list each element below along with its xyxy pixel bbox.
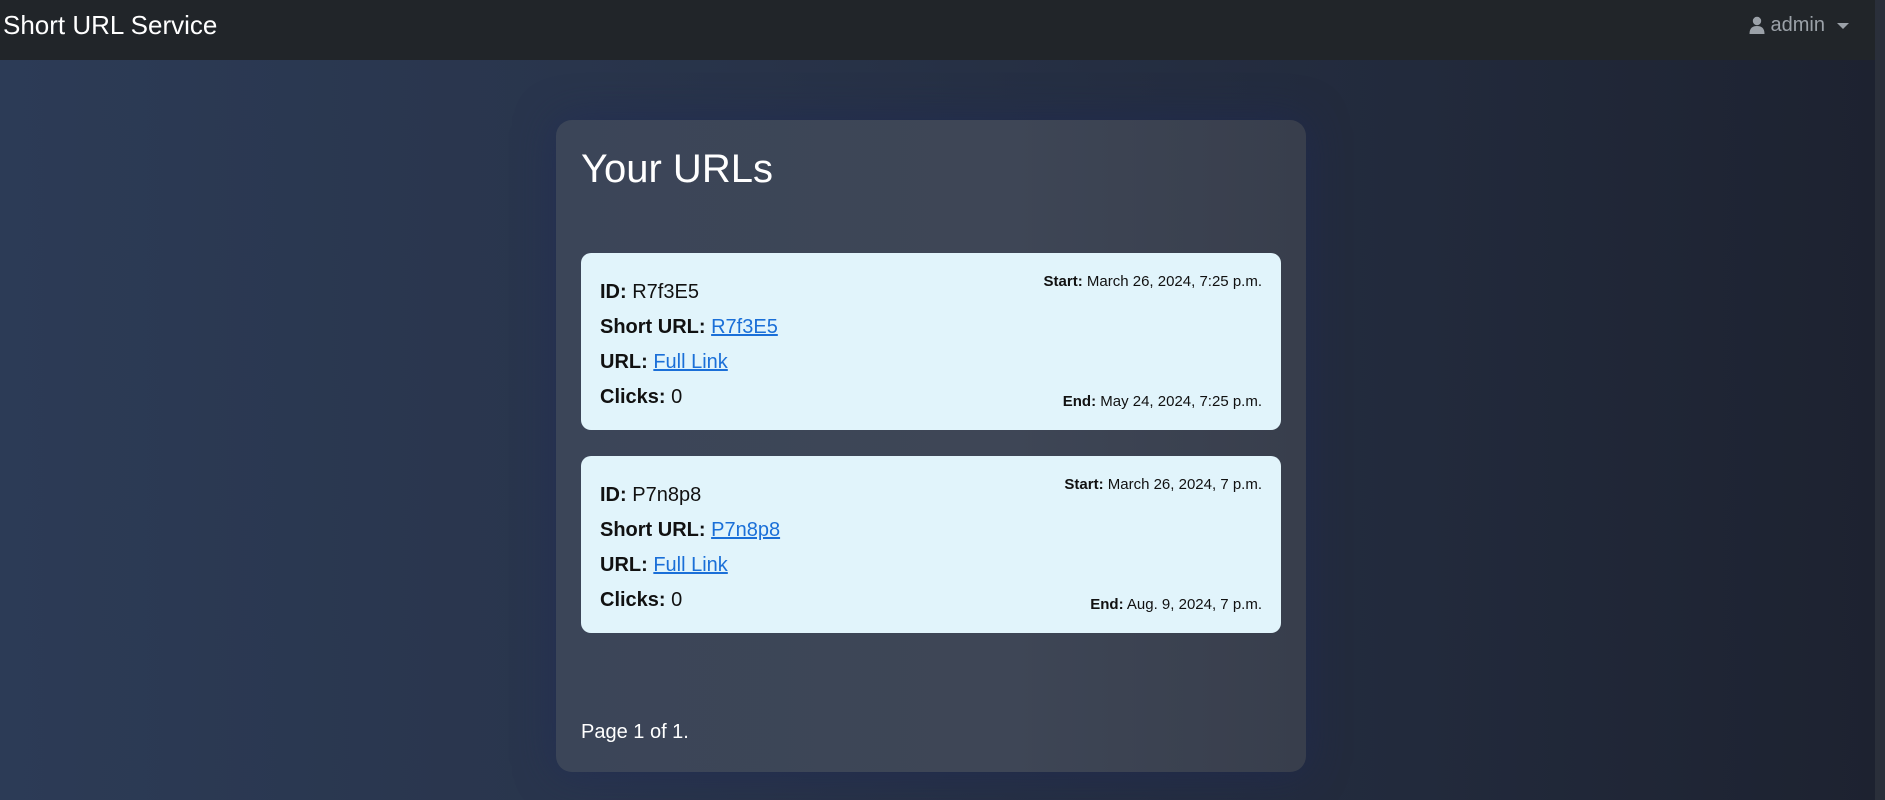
start-date: Start: March 26, 2024, 7:25 p.m. bbox=[1044, 273, 1262, 290]
short-url-label: Short URL: bbox=[600, 519, 706, 541]
short-url-row: Short URL: R7f3E5 bbox=[600, 310, 1262, 345]
full-url-row: URL: Full Link bbox=[600, 548, 1262, 583]
page-title: Your URLs bbox=[581, 147, 773, 191]
start-label: Start: bbox=[1043, 273, 1083, 290]
user-name-label: admin bbox=[1770, 13, 1825, 36]
start-value: March 26, 2024, 7:25 p.m. bbox=[1086, 273, 1262, 290]
url-label: URL: bbox=[600, 554, 648, 576]
id-label: ID: bbox=[600, 281, 627, 303]
start-value: March 26, 2024, 7 p.m. bbox=[1107, 476, 1262, 493]
end-date: End: Aug. 9, 2024, 7 p.m. bbox=[1090, 596, 1262, 613]
url-card: ID: P7n8p8 Short URL: P7n8p8 URL: Full L… bbox=[581, 456, 1281, 633]
id-label: ID: bbox=[600, 484, 627, 506]
urls-panel: Your URLs ID: R7f3E5 Short URL: R7f3E5 U… bbox=[556, 120, 1306, 772]
short-url-label: Short URL: bbox=[600, 316, 706, 338]
clicks-label: Clicks: bbox=[600, 386, 666, 408]
chevron-down-icon bbox=[1837, 23, 1849, 29]
end-value: May 24, 2024, 7:25 p.m. bbox=[1100, 393, 1262, 410]
end-date: End: May 24, 2024, 7:25 p.m. bbox=[1063, 393, 1262, 410]
page-scrollbar[interactable] bbox=[1875, 0, 1885, 800]
url-label: URL: bbox=[600, 351, 648, 373]
url-id-value: P7n8p8 bbox=[632, 484, 702, 506]
url-id-value: R7f3E5 bbox=[632, 281, 699, 303]
short-url-link[interactable]: R7f3E5 bbox=[711, 316, 778, 338]
clicks-label: Clicks: bbox=[600, 589, 666, 611]
clicks-value: 0 bbox=[671, 589, 683, 611]
pagination-status: Page 1 of 1. bbox=[581, 721, 689, 743]
full-link[interactable]: Full Link bbox=[653, 351, 727, 373]
short-url-row: Short URL: P7n8p8 bbox=[600, 513, 1262, 548]
start-date: Start: March 26, 2024, 7 p.m. bbox=[1064, 476, 1262, 493]
full-url-row: URL: Full Link bbox=[600, 345, 1262, 380]
brand-link[interactable]: Short URL Service bbox=[3, 10, 217, 41]
user-dropdown-toggle[interactable]: admin bbox=[1749, 14, 1849, 37]
clicks-value: 0 bbox=[671, 386, 683, 408]
short-url-link[interactable]: P7n8p8 bbox=[711, 519, 780, 541]
full-link[interactable]: Full Link bbox=[653, 554, 727, 576]
end-value: Aug. 9, 2024, 7 p.m. bbox=[1126, 596, 1262, 613]
end-label: End: bbox=[1090, 596, 1124, 613]
top-navbar: Short URL Service admin bbox=[0, 0, 1875, 60]
end-label: End: bbox=[1062, 393, 1097, 410]
url-card: ID: R7f3E5 Short URL: R7f3E5 URL: Full L… bbox=[581, 253, 1281, 430]
user-icon bbox=[1749, 16, 1765, 34]
start-label: Start: bbox=[1064, 476, 1104, 493]
